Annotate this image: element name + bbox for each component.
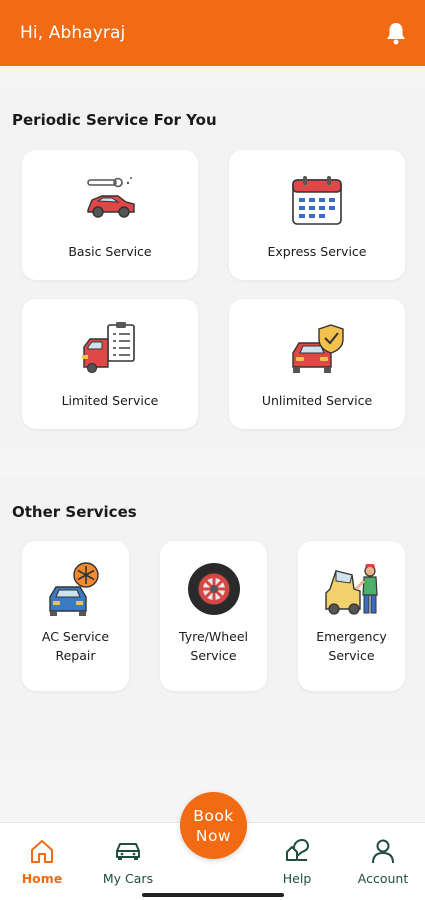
other-services-section: Other Services AC Service Repair Tyre/Wh… [0, 478, 425, 760]
help-icon [283, 837, 311, 865]
tyre-icon [182, 561, 246, 617]
other-section-title: Other Services [12, 503, 137, 521]
express-service-card[interactable]: Express Service [229, 150, 405, 280]
nav-my-cars-label: My Cars [102, 871, 154, 886]
ac-service-card[interactable]: AC Service Repair [22, 541, 129, 691]
mechanic-icon [320, 561, 384, 617]
nav-home-label: Home [21, 871, 63, 886]
greeting-text: Hi, Abhayraj [20, 23, 126, 43]
emergency-service-card[interactable]: Emergency Service [298, 541, 405, 691]
calendar-icon [285, 172, 349, 228]
ac-service-label: AC Service Repair [41, 629, 110, 663]
limited-service-card[interactable]: Limited Service [22, 299, 198, 429]
basic-service-card[interactable]: Basic Service [22, 150, 198, 280]
home-icon [28, 837, 56, 865]
express-service-label: Express Service [267, 244, 367, 259]
periodic-section-title: Periodic Service For You [12, 111, 217, 129]
truck-checklist-icon [78, 321, 142, 377]
nav-help-label: Help [282, 871, 312, 886]
emergency-service-label: Emergency Service [316, 629, 387, 663]
app-bar: Hi, Abhayraj [0, 0, 425, 66]
limited-service-label: Limited Service [61, 393, 159, 408]
unlimited-service-label: Unlimited Service [261, 393, 373, 408]
tyre-wheel-service-card[interactable]: Tyre/Wheel Service [160, 541, 267, 691]
nav-help[interactable]: Help [257, 837, 337, 886]
unlimited-service-card[interactable]: Unlimited Service [229, 299, 405, 429]
nav-account-label: Account [357, 871, 409, 886]
book-now-line1: Book [193, 806, 234, 825]
tyre-wheel-service-label: Tyre/Wheel Service [179, 629, 248, 663]
car-wrench-icon [78, 172, 142, 228]
book-now-line2: Now [195, 826, 232, 845]
bell-icon[interactable] [383, 20, 409, 46]
user-icon [369, 837, 397, 865]
car-ac-icon [44, 561, 108, 617]
book-now-button[interactable]: Book Now [180, 792, 247, 859]
car-icon [114, 837, 142, 865]
nav-home[interactable]: Home [2, 837, 82, 886]
car-shield-icon [285, 321, 349, 377]
nav-my-cars[interactable]: My Cars [88, 837, 168, 886]
periodic-service-section: Periodic Service For You Basic Service E… [0, 88, 425, 448]
basic-service-label: Basic Service [68, 244, 152, 259]
nav-account[interactable]: Account [343, 837, 423, 886]
home-indicator [142, 893, 284, 897]
